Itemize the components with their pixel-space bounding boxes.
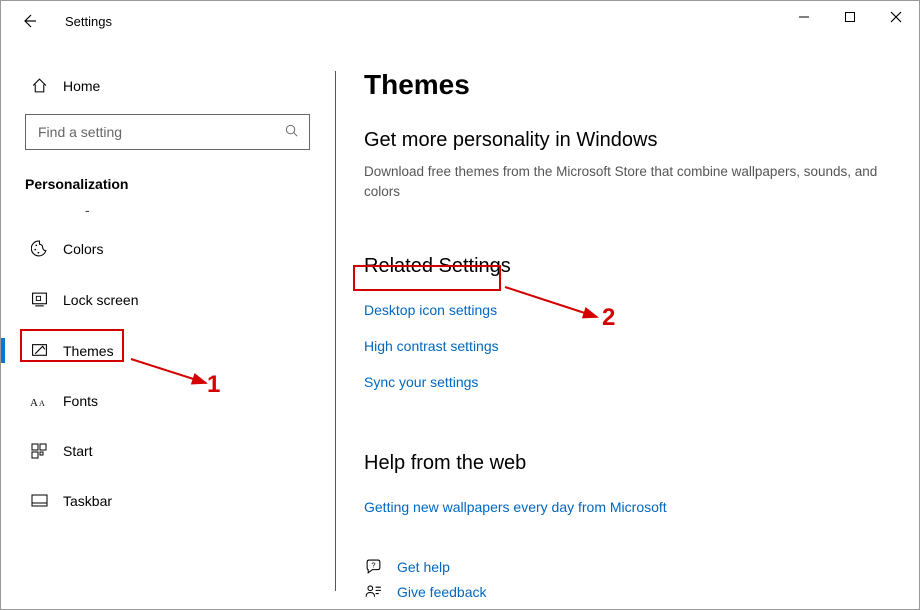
sidebar-item-label: Lock screen	[63, 292, 138, 308]
sidebar-item-taskbar[interactable]: Taskbar	[25, 481, 315, 521]
sidebar-item-lockscreen[interactable]: Lock screen	[25, 279, 315, 320]
link-sync-settings[interactable]: Sync your settings	[364, 374, 478, 390]
sidebar-item-label: Colors	[63, 241, 103, 257]
related-settings-title: Related Settings	[364, 255, 889, 278]
close-button[interactable]	[873, 1, 919, 33]
search-box[interactable]	[25, 114, 310, 150]
sidebar-item-label: Fonts	[63, 393, 98, 409]
back-button[interactable]	[11, 5, 47, 37]
svg-text:A: A	[30, 397, 38, 409]
main-pane: Themes Get more personality in Windows D…	[336, 41, 919, 609]
sidebar-item-label: Themes	[63, 343, 114, 359]
maximize-button[interactable]	[827, 1, 873, 33]
link-high-contrast-settings[interactable]: High contrast settings	[364, 338, 499, 354]
sidebar-stub: -	[25, 202, 336, 218]
sidebar-home[interactable]: Home	[25, 71, 336, 100]
link-give-feedback[interactable]: Give feedback	[397, 584, 487, 600]
lockscreen-icon	[30, 291, 48, 308]
give-feedback-row[interactable]: Give feedback	[364, 584, 889, 601]
sidebar: Home Personalization - Colors Lock scree…	[1, 41, 336, 609]
link-get-help[interactable]: Get help	[397, 559, 450, 575]
svg-text:A: A	[39, 399, 45, 408]
taskbar-icon	[30, 494, 48, 508]
fonts-icon: AA	[30, 394, 48, 409]
sidebar-item-colors[interactable]: Colors	[25, 228, 315, 269]
sidebar-item-label: Start	[63, 443, 93, 459]
search-icon	[284, 123, 299, 141]
sidebar-item-label: Taskbar	[63, 493, 112, 509]
help-from-web-title: Help from the web	[364, 452, 889, 475]
more-personality-title: Get more personality in Windows	[364, 129, 889, 152]
sidebar-item-fonts[interactable]: AA Fonts	[25, 381, 315, 421]
start-icon	[30, 443, 48, 459]
themes-icon	[30, 342, 48, 359]
link-desktop-icon-settings[interactable]: Desktop icon settings	[364, 302, 497, 318]
link-wallpapers-help[interactable]: Getting new wallpapers every day from Mi…	[364, 499, 667, 515]
colors-icon	[30, 240, 48, 257]
sidebar-home-label: Home	[63, 78, 100, 94]
sidebar-category: Personalization	[25, 176, 336, 192]
title-bar: Settings	[1, 1, 919, 41]
page-title: Themes	[364, 69, 889, 101]
window-controls	[781, 1, 919, 33]
sidebar-item-themes[interactable]: Themes	[25, 330, 315, 371]
home-icon	[30, 77, 48, 94]
content: Home Personalization - Colors Lock scree…	[1, 41, 919, 609]
get-help-icon: ?	[364, 559, 382, 576]
minimize-button[interactable]	[781, 1, 827, 33]
feedback-icon	[364, 584, 382, 601]
sidebar-divider	[335, 71, 336, 591]
more-personality-desc: Download free themes from the Microsoft …	[364, 162, 889, 203]
search-input[interactable]	[36, 123, 299, 141]
get-help-row[interactable]: ? Get help	[364, 559, 889, 576]
sidebar-item-start[interactable]: Start	[25, 431, 315, 471]
svg-text:?: ?	[371, 560, 375, 569]
app-title: Settings	[47, 14, 112, 29]
